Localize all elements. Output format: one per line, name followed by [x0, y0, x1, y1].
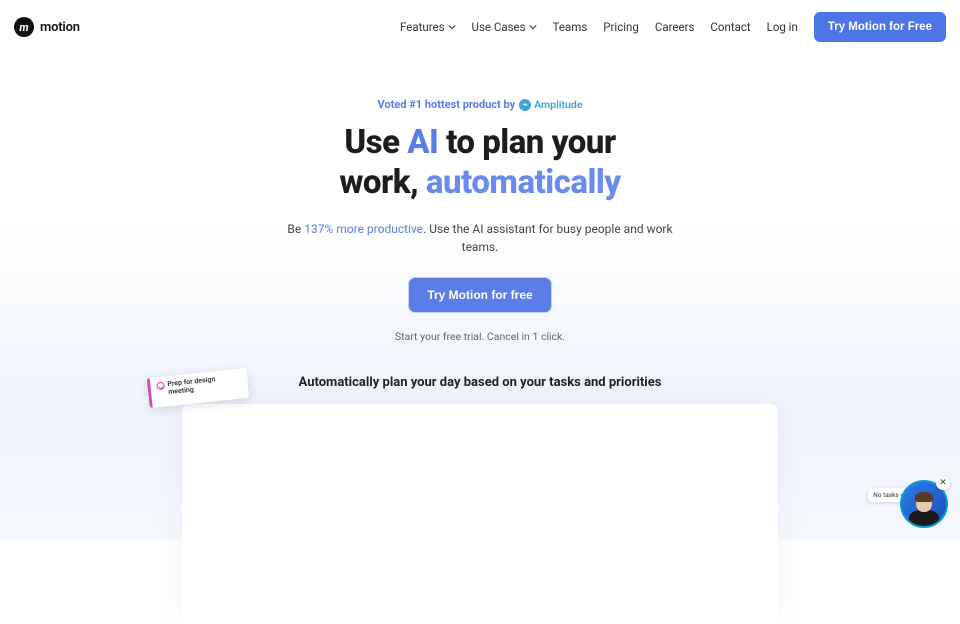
- amplitude-badge: ⌁ Amplitude: [519, 98, 582, 111]
- brand-name: motion: [40, 20, 80, 35]
- nav-features[interactable]: Features: [400, 20, 456, 34]
- nav-contact[interactable]: Contact: [710, 20, 750, 34]
- preview-card: [182, 404, 778, 624]
- nav-use-cases[interactable]: Use Cases: [472, 20, 537, 34]
- site-header: m motion Features Use Cases Teams Pricin…: [0, 0, 960, 54]
- hero-subhead: Be 137% more productive. Use the AI assi…: [0, 220, 960, 256]
- nav-login[interactable]: Log in: [767, 20, 798, 34]
- task-chip-label: Prep for design meeting: [167, 372, 242, 396]
- trial-note: Start your free trial. Cancel in 1 click…: [0, 330, 960, 343]
- section-title: Automatically plan your day based on you…: [0, 375, 960, 390]
- headline-accent-ai: AI: [407, 123, 438, 162]
- nav-careers[interactable]: Careers: [655, 20, 695, 34]
- amplitude-name: Amplitude: [534, 98, 582, 111]
- chevron-down-icon: [529, 23, 537, 31]
- nav-cta-button[interactable]: Try Motion for Free: [814, 12, 946, 42]
- hero-cta-button[interactable]: Try Motion for free: [409, 278, 550, 312]
- hero-headline: Use AI to plan your work, automatically: [0, 123, 960, 202]
- nav-label: Use Cases: [472, 20, 526, 34]
- check-icon: [156, 382, 165, 391]
- brand-logo[interactable]: m motion: [14, 17, 80, 37]
- nav-label: Careers: [655, 20, 695, 34]
- nav-pricing[interactable]: Pricing: [603, 20, 639, 34]
- nav-label: Teams: [553, 20, 588, 34]
- amplitude-icon: ⌁: [519, 99, 531, 111]
- nav-label: Pricing: [603, 20, 639, 34]
- nav-label: Contact: [710, 20, 750, 34]
- nav-label: Log in: [767, 20, 798, 34]
- chevron-down-icon: [448, 23, 456, 31]
- logo-mark: m: [14, 17, 34, 37]
- voted-badge: Voted #1 hottest product by ⌁ Amplitude: [0, 98, 960, 111]
- nav-label: Features: [400, 20, 445, 34]
- hero-section: Voted #1 hottest product by ⌁ Amplitude …: [0, 54, 960, 624]
- chat-widget[interactable]: No tasks yet ✕: [900, 480, 948, 528]
- subhead-accent: 137% more productive: [304, 222, 423, 236]
- nav-teams[interactable]: Teams: [553, 20, 588, 34]
- main-nav: Features Use Cases Teams Pricing Careers…: [400, 12, 946, 42]
- headline-accent-auto: automatically: [426, 163, 621, 202]
- chat-close-button[interactable]: ✕: [936, 476, 950, 490]
- voted-prefix: Voted #1 hottest product by: [378, 98, 516, 111]
